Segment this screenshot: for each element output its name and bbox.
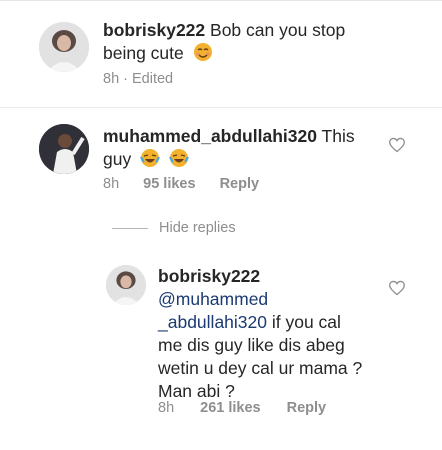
comment-2-username[interactable]: muhammed_abdullahi320 bbox=[103, 126, 317, 146]
comment-1-body-line2: being cute bbox=[103, 43, 184, 63]
reply-text: bobrisky222 @muhammed _abdullahi320 if y… bbox=[158, 265, 388, 403]
reply-time: 8h bbox=[158, 400, 175, 416]
hide-replies-label: Hide replies bbox=[159, 220, 236, 236]
comment-1-username[interactable]: bobrisky222 bbox=[103, 20, 205, 40]
reply-username[interactable]: bobrisky222 bbox=[158, 266, 260, 286]
comment-divider bbox=[0, 107, 442, 108]
comment-1-edited: Edited bbox=[131, 71, 174, 87]
comment-1-time: 8h bbox=[103, 71, 120, 87]
comment-1-separator: · bbox=[123, 71, 128, 87]
comment-2-body-line2: guy bbox=[103, 149, 132, 169]
face-with-tears-of-joy-emoji-icon bbox=[140, 148, 161, 174]
top-divider bbox=[0, 0, 442, 1]
reply-meta: 8h 261 likes Reply bbox=[158, 400, 326, 416]
comment-1-body: Bob can you stop bbox=[210, 20, 346, 40]
avatar-muhammed-abdullahi320[interactable] bbox=[39, 124, 89, 174]
comment-1-text: bobrisky222 Bob can you stop being cute bbox=[103, 19, 403, 68]
comment-2-reply-button[interactable]: Reply bbox=[220, 176, 260, 192]
reply-body-line5: Man abi ? bbox=[158, 381, 235, 401]
hide-replies-toggle[interactable]: Hide replies bbox=[112, 220, 236, 236]
reply-reply-button[interactable]: Reply bbox=[287, 400, 327, 416]
comment-2-time: 8h bbox=[103, 176, 120, 192]
reply-body-line2: if you cal bbox=[267, 312, 341, 332]
comment-2-likes[interactable]: 95 likes bbox=[143, 176, 195, 192]
like-heart-icon[interactable] bbox=[388, 137, 406, 153]
comment-2-meta: 8h 95 likes Reply bbox=[103, 176, 259, 192]
reply-like-heart-icon[interactable] bbox=[388, 280, 406, 296]
reply-likes[interactable]: 261 likes bbox=[200, 400, 260, 416]
hide-replies-line bbox=[112, 227, 148, 229]
smiling-face-emoji-icon bbox=[193, 42, 213, 68]
comment-1-meta: 8h · Edited bbox=[103, 71, 173, 87]
face-with-tears-of-joy-emoji-icon bbox=[168, 148, 189, 174]
reply-mention[interactable]: @muhammed bbox=[158, 289, 268, 309]
comment-2-body: This bbox=[321, 126, 355, 146]
reply-mention-cont[interactable]: _abdullahi320 bbox=[158, 312, 267, 332]
avatar-bobrisky222[interactable] bbox=[39, 22, 89, 72]
reply-body-line3: me dis guy like dis abeg bbox=[158, 335, 345, 355]
avatar-bobrisky222-reply[interactable] bbox=[106, 265, 146, 305]
comment-2-text: muhammed_abdullahi320 This guy bbox=[103, 125, 383, 174]
reply-body-line4: wetin u dey cal ur mama ? bbox=[158, 358, 363, 378]
